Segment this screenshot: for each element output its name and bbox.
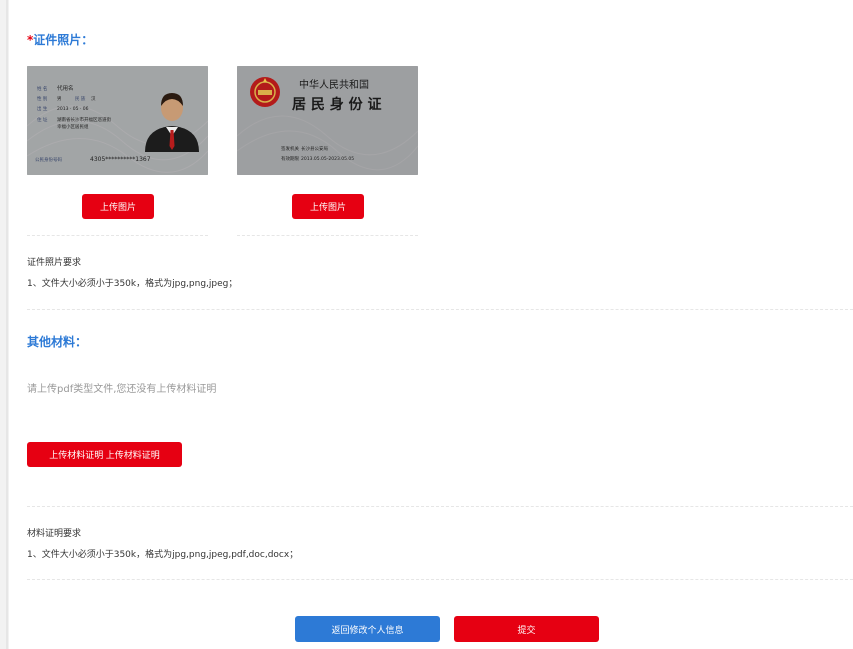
- materials-requirement-text: 1、文件大小必须小于350k，格式为jpg,png,jpeg,pdf,doc,d…: [27, 550, 299, 560]
- back-authority-label: 签发机关: [281, 145, 299, 152]
- front-id-label: 公民身份号码: [35, 156, 62, 163]
- back-divider: [237, 235, 418, 236]
- front-gender-value: 男: [57, 96, 62, 102]
- section-divider: [27, 309, 853, 310]
- id-photos-title-text: 证件照片：: [33, 33, 94, 47]
- materials-divider: [27, 506, 853, 507]
- front-name-label: 姓 名: [37, 85, 47, 92]
- upload-back-button[interactable]: 上传图片: [292, 194, 364, 219]
- back-validity-value: 2013.05.05-2023.05.05: [301, 156, 354, 162]
- back-to-edit-button[interactable]: 返回修改个人信息: [295, 616, 440, 642]
- back-country: 中华人民共和国: [299, 78, 369, 91]
- id-card-front-graphic: 姓 名 代用名 性 别 男 民 族 汉 出 生 2013 · 05 · 06 住…: [27, 66, 208, 175]
- front-nation-value: 汉: [91, 95, 96, 102]
- id-requirement-text: 1、文件大小必须小于350k，格式为jpg,png,jpeg；: [27, 279, 238, 289]
- other-materials-title: 其他材料：: [27, 335, 88, 349]
- submit-button[interactable]: 提交: [454, 616, 599, 642]
- national-emblem: [250, 77, 280, 107]
- front-id-value: 4305**********1367: [90, 156, 151, 163]
- back-title: 居 民 身 份 证: [292, 96, 382, 113]
- id-card-front-image: 姓 名 代用名 性 别 男 民 族 汉 出 生 2013 · 05 · 06 住…: [27, 66, 208, 175]
- front-name-value: 代用名: [57, 84, 74, 92]
- id-requirement-title: 证件照片要求: [27, 258, 82, 268]
- back-authority-value: 长沙县公安局: [301, 145, 328, 152]
- front-divider: [27, 235, 208, 236]
- upload-materials-button[interactable]: 上传材料证明 上传材料证明: [27, 442, 182, 467]
- front-birth-label: 出 生: [37, 105, 48, 112]
- front-gender-label: 性 别: [37, 95, 48, 102]
- front-address-label: 住 址: [37, 116, 48, 123]
- materials-requirement-title: 材料证明要求: [27, 529, 82, 539]
- id-photos-title: *证件照片：: [27, 31, 93, 48]
- materials-empty-hint: 请上传pdf类型文件,您还没有上传材料证明: [27, 384, 217, 395]
- back-validity-label: 有效期限: [281, 155, 299, 162]
- front-address-line2: 幸福小区居民组: [57, 123, 89, 130]
- front-address-line1: 湖南省长沙市开福区巡道街: [57, 116, 111, 123]
- upload-front-button[interactable]: 上传图片: [82, 194, 154, 219]
- id-card-back-graphic: 中华人民共和国 居 民 身 份 证 签发机关 长沙县公安局 有效期限 2013.…: [237, 66, 418, 175]
- front-birth-value: 2013 · 05 · 06: [57, 106, 89, 112]
- id-card-back-image: 中华人民共和国 居 民 身 份 证 签发机关 长沙县公安局 有效期限 2013.…: [237, 66, 418, 175]
- left-border: [0, 0, 9, 649]
- requirements-divider: [27, 579, 853, 580]
- left-border-rule: [6, 0, 8, 649]
- front-nation-label: 民 族: [75, 95, 86, 102]
